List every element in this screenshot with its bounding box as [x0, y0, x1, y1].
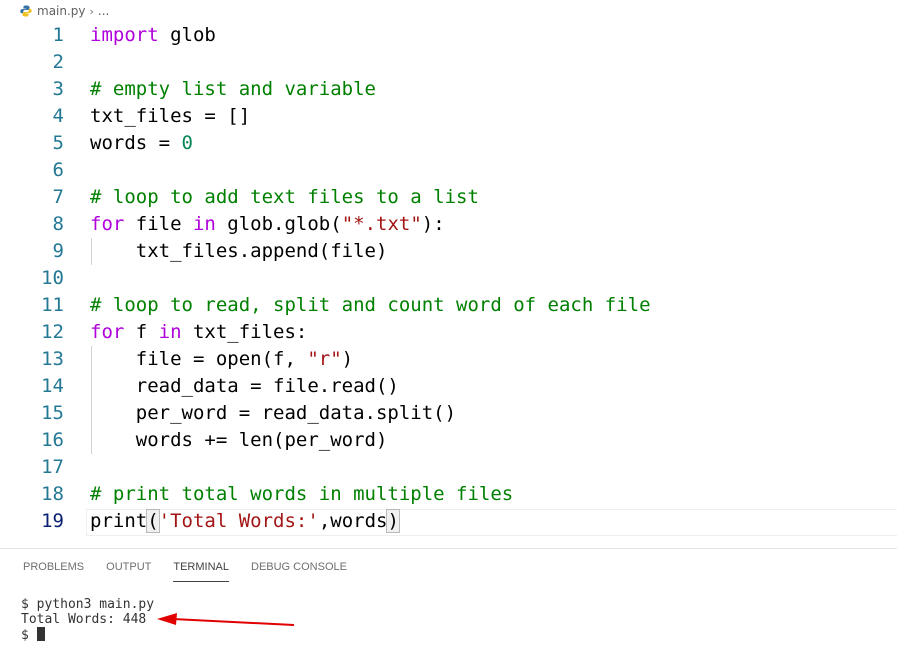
- terminal-command: $ python3 main.py: [21, 597, 155, 612]
- line-number: 13: [41, 348, 64, 370]
- line-number: 2: [52, 51, 64, 73]
- chevron-right-icon: ›: [89, 4, 94, 18]
- line-number: 10: [41, 267, 64, 289]
- line-number: 7: [52, 186, 64, 208]
- code-line: 18 # print total words in multiple files: [0, 481, 897, 508]
- breadcrumb: main.py › ...: [0, 0, 897, 22]
- tab-problems[interactable]: PROBLEMS: [23, 558, 84, 582]
- line-number: 5: [52, 132, 64, 154]
- code-text: file = open(f, "r"): [90, 348, 354, 370]
- code-line: 12 for f in txt_files:: [0, 319, 897, 346]
- line-number: 16: [41, 429, 64, 451]
- terminal-cursor: [36, 627, 45, 641]
- red-arrow-annotation: [157, 613, 295, 626]
- code-text: words += len(per_word): [90, 429, 388, 451]
- tab-terminal[interactable]: TERMINAL: [173, 558, 229, 582]
- terminal[interactable]: $ python3 main.py Total Words: 448 $: [21, 597, 154, 643]
- line-number: 4: [52, 105, 64, 127]
- python-file-icon: [20, 5, 32, 17]
- line-number: 17: [41, 456, 64, 478]
- code-line-active: 19 print('Total Words:',words): [0, 508, 897, 535]
- code-text: print('Total Words:',words): [90, 509, 400, 533]
- code-text: for f in txt_files:: [90, 321, 308, 343]
- code-line: 9 txt_files.append(file): [0, 238, 897, 265]
- code-text: txt_files = []: [90, 105, 251, 127]
- code-text: import glob: [90, 24, 216, 46]
- line-number: 11: [41, 294, 64, 316]
- code-line: 5 words = 0: [0, 130, 897, 157]
- line-number: 19: [41, 510, 64, 532]
- code-line: 16 words += len(per_word): [0, 427, 897, 454]
- code-line: 13 file = open(f, "r"): [0, 346, 897, 373]
- code-text: per_word = read_data.split(): [90, 402, 457, 424]
- code-line: 4 txt_files = []: [0, 103, 897, 130]
- line-number: 12: [41, 321, 64, 343]
- code-comment: # loop to read, split and count word of …: [90, 294, 651, 316]
- code-line: 8 for file in glob.glob("*.txt"):: [0, 211, 897, 238]
- code-comment: # print total words in multiple files: [90, 483, 514, 505]
- line-number: 18: [41, 483, 64, 505]
- code-text: words = 0: [90, 132, 193, 154]
- code-line: 14 read_data = file.read(): [0, 373, 897, 400]
- terminal-prompt: $: [21, 628, 37, 643]
- code-text: for file in glob.glob("*.txt"):: [90, 213, 445, 235]
- terminal-prompt-line: $: [21, 627, 154, 643]
- line-number: 1: [52, 24, 64, 46]
- terminal-output: Total Words: 448: [21, 612, 147, 627]
- breadcrumb-more[interactable]: ...: [98, 4, 109, 18]
- panel-divider: [0, 548, 897, 549]
- breadcrumb-file[interactable]: main.py: [37, 4, 86, 18]
- code-text: read_data = file.read(): [90, 375, 399, 397]
- code-line: 10: [0, 265, 897, 292]
- code-line: 11 # loop to read, split and count word …: [0, 292, 897, 319]
- code-line: 7 # loop to add text files to a list: [0, 184, 897, 211]
- line-number: 14: [41, 375, 64, 397]
- line-number: 9: [52, 240, 64, 262]
- tab-output[interactable]: OUTPUT: [106, 558, 151, 582]
- code-line: 2: [0, 49, 897, 76]
- line-number: 15: [41, 402, 64, 424]
- code-comment: # loop to add text files to a list: [90, 186, 479, 208]
- line-number: 3: [52, 78, 64, 100]
- code-line: 15 per_word = read_data.split(): [0, 400, 897, 427]
- code-line: 3 # empty list and variable: [0, 76, 897, 103]
- tab-debug-console[interactable]: DEBUG CONSOLE: [251, 558, 347, 582]
- code-line: 17: [0, 454, 897, 481]
- code-line: 1 import glob: [0, 22, 897, 49]
- code-line: 6: [0, 157, 897, 184]
- panel-tabs: PROBLEMS OUTPUT TERMINAL DEBUG CONSOLE: [0, 558, 347, 582]
- line-number: 6: [52, 159, 64, 181]
- code-text: txt_files.append(file): [90, 240, 388, 262]
- line-number: 8: [52, 213, 64, 235]
- code-comment: # empty list and variable: [90, 78, 376, 100]
